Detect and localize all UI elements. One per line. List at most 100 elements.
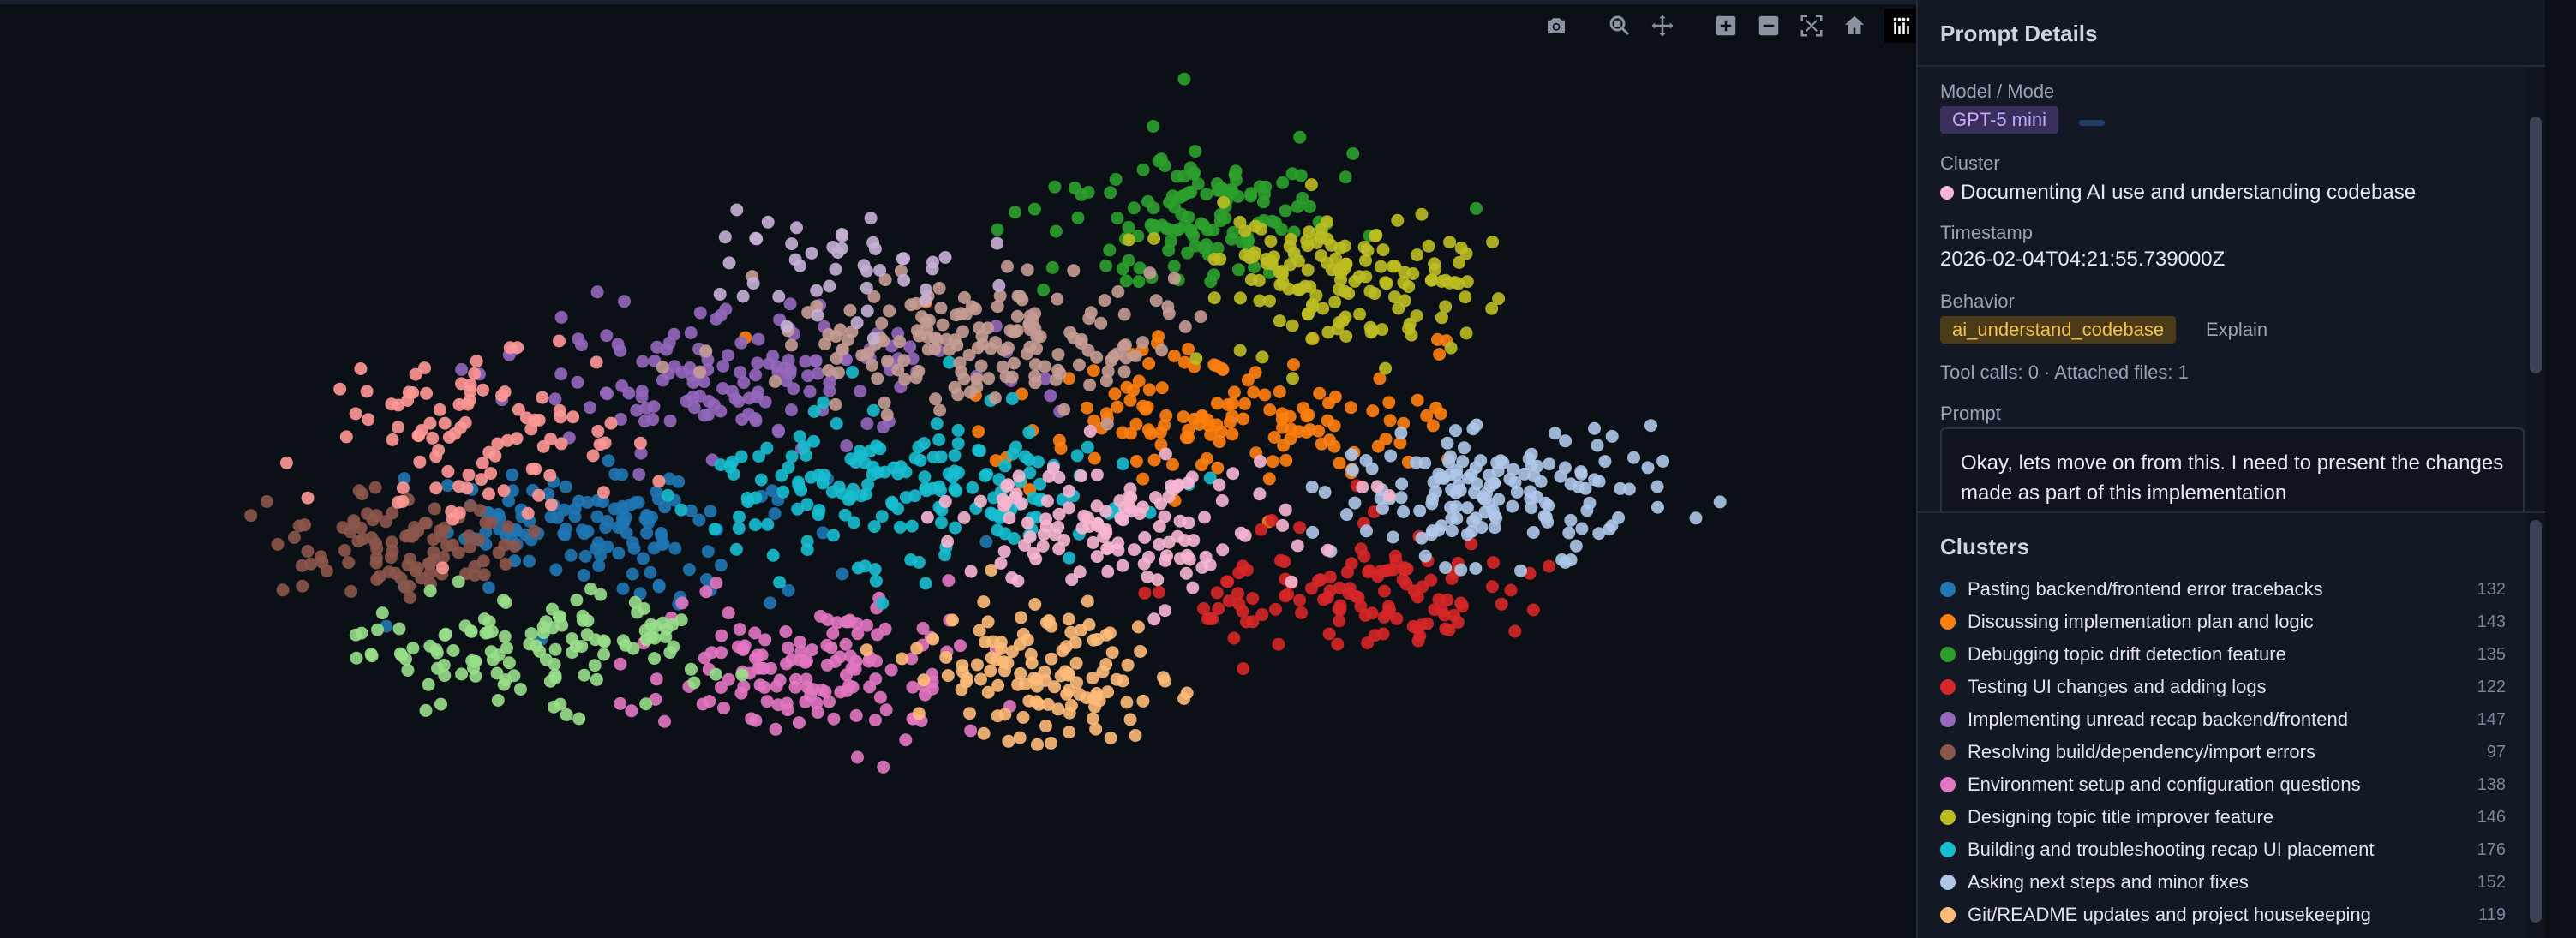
scatter-point[interactable] bbox=[1010, 309, 1024, 323]
scatter-point[interactable] bbox=[1022, 426, 1036, 439]
scatter-point[interactable] bbox=[511, 341, 524, 355]
scatter-point[interactable] bbox=[482, 581, 495, 594]
scatter-point[interactable] bbox=[452, 506, 466, 520]
scatter-point[interactable] bbox=[1405, 328, 1418, 342]
scatter-point[interactable] bbox=[406, 386, 420, 399]
scatter-point[interactable] bbox=[1328, 390, 1342, 403]
scatter-point[interactable] bbox=[637, 552, 650, 565]
scatter-point[interactable] bbox=[513, 683, 527, 696]
scatter-point[interactable] bbox=[941, 669, 955, 683]
scatter-point[interactable] bbox=[1167, 272, 1181, 285]
scatter-point[interactable] bbox=[826, 626, 840, 640]
scatter-point[interactable] bbox=[773, 673, 787, 687]
scatter-point[interactable] bbox=[1255, 350, 1269, 364]
scatter-point[interactable] bbox=[640, 526, 654, 540]
scatter-point[interactable] bbox=[1483, 469, 1496, 482]
scatter-point[interactable] bbox=[972, 425, 985, 439]
scatter-point[interactable] bbox=[733, 510, 746, 523]
scatter-point[interactable] bbox=[1069, 636, 1082, 649]
scatter-point[interactable] bbox=[1368, 287, 1381, 301]
scatter-point[interactable] bbox=[630, 403, 644, 417]
scatter-point[interactable] bbox=[768, 507, 782, 520]
scatter-point[interactable] bbox=[919, 577, 932, 590]
scatter-point[interactable] bbox=[578, 668, 591, 682]
scatter-point[interactable] bbox=[1147, 120, 1160, 133]
scatter-point[interactable] bbox=[1345, 557, 1358, 571]
scatter-point[interactable] bbox=[871, 372, 884, 385]
scatter-point[interactable] bbox=[1062, 666, 1075, 680]
scatter-point[interactable] bbox=[832, 366, 845, 379]
scatter-point[interactable] bbox=[615, 499, 629, 513]
scatter-point[interactable] bbox=[1131, 620, 1145, 634]
scatter-point[interactable] bbox=[749, 368, 763, 382]
cluster-item[interactable]: Testing UI changes and adding logs 122 bbox=[1940, 671, 2506, 703]
scatter-point[interactable] bbox=[386, 433, 399, 446]
scatter-point[interactable] bbox=[628, 595, 642, 609]
scatter-point[interactable] bbox=[1391, 213, 1405, 227]
scatter-point[interactable] bbox=[1233, 291, 1247, 305]
scatter-point[interactable] bbox=[1141, 570, 1154, 583]
scatter-point[interactable] bbox=[384, 551, 398, 565]
scatter-point[interactable] bbox=[693, 306, 707, 320]
scatter-point[interactable] bbox=[848, 662, 862, 676]
scatter-point[interactable] bbox=[476, 383, 490, 397]
scatter-point[interactable] bbox=[860, 304, 874, 318]
scatter-point[interactable] bbox=[1443, 236, 1457, 249]
scatter-point[interactable] bbox=[839, 637, 853, 651]
scatter-point[interactable] bbox=[919, 294, 932, 308]
scatter-point[interactable] bbox=[1129, 729, 1142, 742]
scatter-point[interactable] bbox=[1487, 556, 1500, 570]
scatter-point[interactable] bbox=[392, 495, 404, 509]
scatter-point[interactable] bbox=[589, 633, 602, 647]
scatter-point[interactable] bbox=[336, 521, 350, 535]
scatter-point[interactable] bbox=[1103, 243, 1117, 257]
scatter-point[interactable] bbox=[1435, 311, 1448, 325]
scatter-point[interactable] bbox=[979, 636, 991, 649]
scatter-point[interactable] bbox=[1040, 494, 1054, 508]
scatter-point[interactable] bbox=[1072, 358, 1086, 372]
scatter-point[interactable] bbox=[942, 574, 956, 588]
scatter-point[interactable] bbox=[1268, 216, 1282, 230]
scatter-point[interactable] bbox=[1333, 457, 1346, 470]
scatter-point[interactable] bbox=[1174, 190, 1187, 204]
scatter-point[interactable] bbox=[1284, 233, 1297, 246]
scatter-point[interactable] bbox=[1203, 612, 1217, 625]
scatter-point[interactable] bbox=[761, 215, 775, 229]
scatter-point[interactable] bbox=[1370, 480, 1384, 493]
scatter-point[interactable] bbox=[1364, 326, 1378, 339]
scatter-point[interactable] bbox=[1264, 235, 1278, 248]
zoom-out-icon[interactable] bbox=[1751, 9, 1787, 43]
scatter-point[interactable] bbox=[860, 417, 874, 431]
scatter-point[interactable] bbox=[1470, 201, 1483, 215]
scatter-point[interactable] bbox=[1522, 451, 1536, 465]
scatter-point[interactable] bbox=[439, 627, 452, 641]
scatter-point[interactable] bbox=[982, 372, 996, 385]
scatter-point[interactable] bbox=[1287, 246, 1301, 260]
clusters-scrollbar[interactable] bbox=[2530, 520, 2542, 923]
scatter-point[interactable] bbox=[1494, 454, 1507, 468]
scatter-point[interactable] bbox=[1213, 478, 1226, 492]
scatter-point[interactable] bbox=[1030, 679, 1044, 693]
scatter-point[interactable] bbox=[1225, 409, 1239, 423]
scatter-point[interactable] bbox=[1192, 417, 1206, 431]
scatter-point[interactable] bbox=[1000, 479, 1014, 493]
scatter-point[interactable] bbox=[1090, 468, 1104, 481]
scatter-point[interactable] bbox=[1569, 539, 1583, 553]
scatter-point[interactable] bbox=[586, 449, 600, 463]
scatter-point[interactable] bbox=[854, 385, 867, 398]
scatter-point[interactable] bbox=[1123, 482, 1137, 496]
scatter-point[interactable] bbox=[783, 297, 797, 311]
scatter-point[interactable] bbox=[1226, 467, 1240, 481]
scatter-point[interactable] bbox=[1306, 525, 1320, 539]
scatter-point[interactable] bbox=[1398, 294, 1411, 308]
scatter-point[interactable] bbox=[800, 680, 814, 694]
scatter-point[interactable] bbox=[1114, 511, 1128, 525]
scatter-point[interactable] bbox=[956, 325, 969, 338]
scatter-point[interactable] bbox=[1309, 289, 1323, 302]
scatter-point[interactable] bbox=[812, 508, 825, 522]
scatter-point[interactable] bbox=[1159, 447, 1172, 461]
scatter-point[interactable] bbox=[807, 404, 821, 418]
scatter-point[interactable] bbox=[1044, 389, 1057, 403]
scatter-point[interactable] bbox=[1542, 499, 1555, 512]
scatter-point[interactable] bbox=[663, 414, 677, 427]
